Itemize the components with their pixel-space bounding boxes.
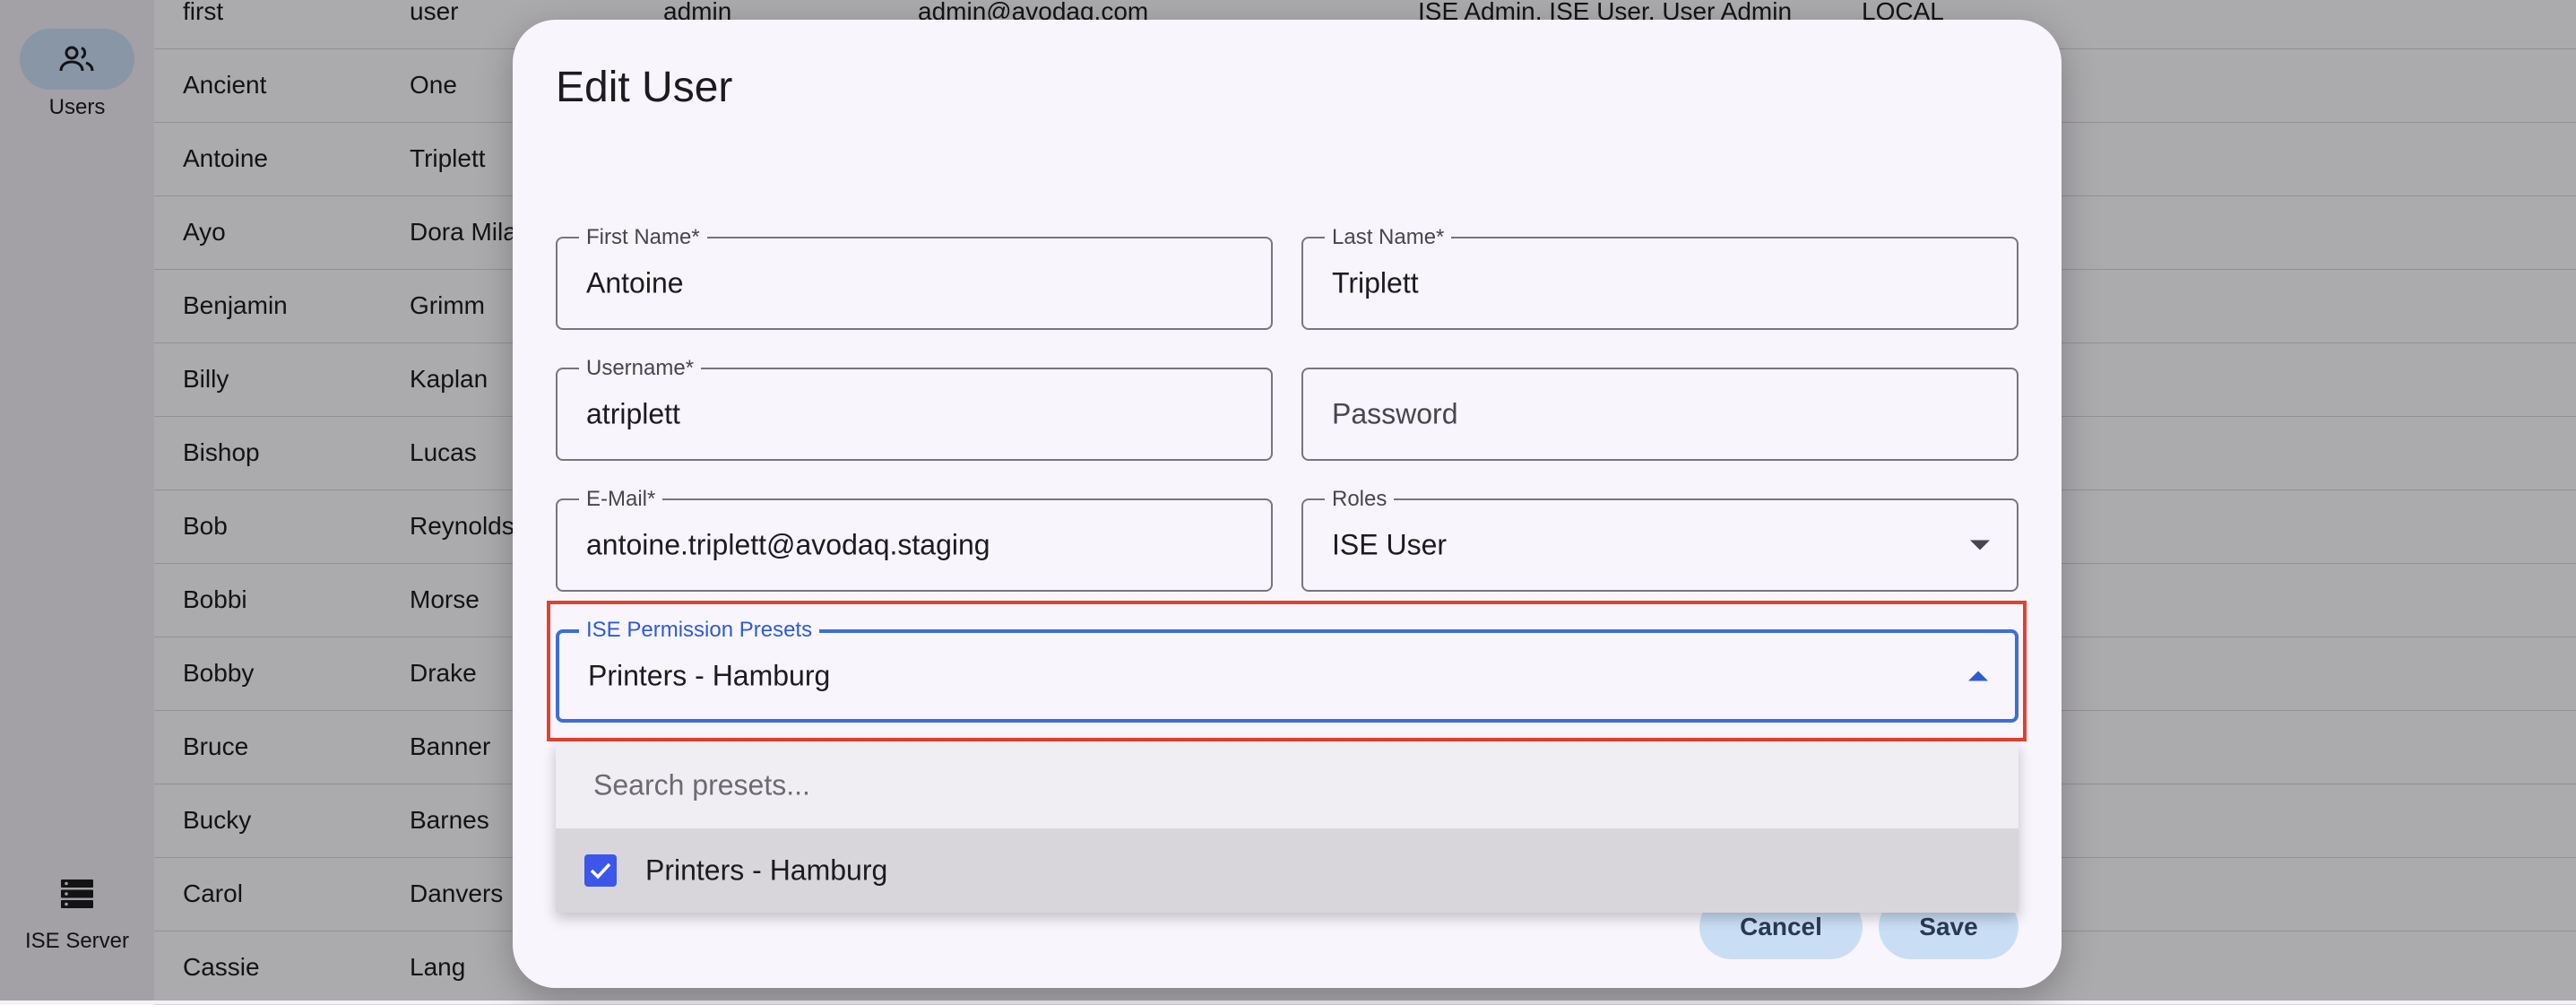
roles-value: ISE User [1332, 528, 1448, 561]
last-name-value: Triplett [1332, 266, 1419, 299]
preset-option-label: Printers - Hamburg [645, 853, 888, 887]
roles-label: Roles [1325, 488, 1395, 511]
check-icon [590, 862, 611, 879]
email-field[interactable]: E-Mail* antoine.triplett@avodaq.staging [556, 488, 1273, 592]
password-field[interactable]: Password [1301, 368, 2018, 461]
first-name-value: Antoine [586, 266, 684, 299]
permission-presets-label: ISE Permission Presets [579, 619, 820, 642]
first-name-label: First Name* [579, 226, 707, 249]
roles-select[interactable]: Roles ISE User [1301, 488, 2018, 592]
checkbox-checked[interactable] [584, 854, 617, 887]
email-value: antoine.triplett@avodaq.staging [586, 528, 990, 561]
chevron-up-icon[interactable] [1968, 671, 1988, 681]
presets-search-input[interactable] [592, 767, 1940, 803]
first-name-field[interactable]: First Name* Antoine [556, 226, 1273, 330]
permission-presets-select[interactable]: ISE Permission Presets Printers - Hambur… [556, 619, 2018, 723]
last-name-field[interactable]: Last Name* Triplett [1301, 226, 2018, 330]
dialog-title: Edit User [556, 64, 733, 111]
chevron-down-icon[interactable] [1970, 540, 1990, 550]
presets-search-row [556, 742, 2018, 828]
username-field[interactable]: Username* atriplett [556, 357, 1273, 461]
edit-user-dialog: Edit User First Name* Antoine Last Name*… [513, 20, 2062, 988]
last-name-label: Last Name* [1325, 226, 1452, 249]
password-placeholder: Password [1332, 397, 1458, 430]
email-label: E-Mail* [579, 488, 663, 511]
preset-option[interactable]: Printers - Hamburg [556, 828, 2018, 913]
username-value: atriplett [586, 397, 680, 430]
permission-presets-value: Printers - Hamburg [588, 659, 831, 692]
username-label: Username* [579, 357, 702, 380]
presets-dropdown-panel: Printers - Hamburg [556, 742, 2018, 913]
